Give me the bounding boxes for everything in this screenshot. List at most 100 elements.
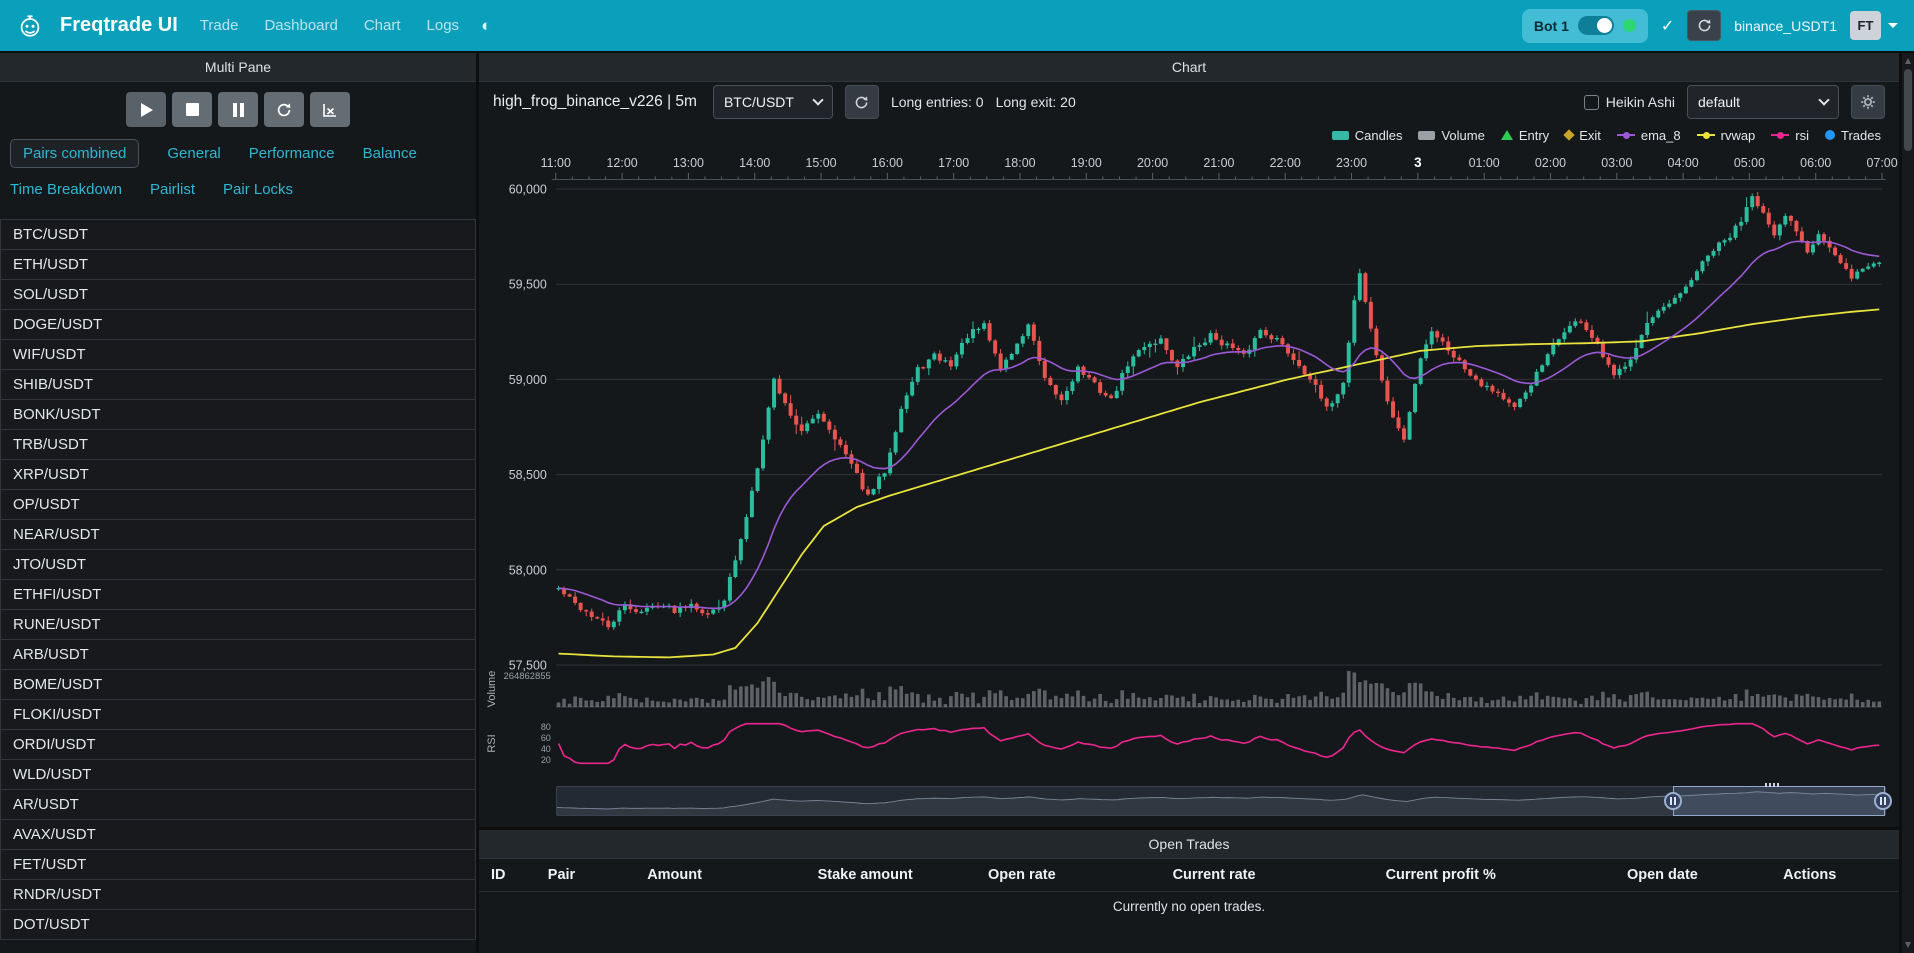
pair-row-floki-usdt[interactable]: FLOKI/USDT (0, 699, 476, 730)
plot-config-select[interactable]: default (1687, 85, 1839, 119)
play-icon (141, 103, 153, 117)
pair-row-fet-usdt[interactable]: FET/USDT (0, 849, 476, 880)
check-icon: ✓ (1661, 16, 1674, 36)
column-header-id: ID (479, 859, 536, 891)
legend-item-entry[interactable]: Entry (1501, 128, 1549, 143)
pair-row-arb-usdt[interactable]: ARB/USDT (0, 639, 476, 670)
pair-row-wld-usdt[interactable]: WLD/USDT (0, 759, 476, 790)
long-entries-count: Long entries: 0 (891, 94, 984, 110)
exchange-account-label: binance_USDT1 (1734, 18, 1837, 34)
svg-text:05:00: 05:00 (1734, 156, 1765, 170)
clear-chart-icon (322, 102, 338, 118)
pair-row-bome-usdt[interactable]: BOME/USDT (0, 669, 476, 700)
refresh-chart-button[interactable] (845, 85, 879, 119)
pair-row-ar-usdt[interactable]: AR/USDT (0, 789, 476, 820)
heikin-ashi-checkbox[interactable] (1584, 95, 1599, 110)
legend-entry-icon (1501, 130, 1513, 140)
app-title[interactable]: Freqtrade UI (60, 14, 178, 37)
nav-item-trade[interactable]: Trade (200, 17, 239, 34)
legend-item-ema-8[interactable]: ema_8 (1617, 128, 1681, 143)
refresh-button[interactable] (264, 92, 304, 127)
svg-text:12:00: 12:00 (607, 156, 638, 170)
navigator-left-handle[interactable] (1664, 792, 1682, 810)
pair-row-sol-usdt[interactable]: SOL/USDT (0, 279, 476, 310)
strategy-timeframe-label: high_frog_binance_v226 | 5m (493, 93, 697, 111)
svg-text:03:00: 03:00 (1601, 156, 1632, 170)
tab-pairlist[interactable]: Pairlist (150, 176, 195, 203)
pair-row-ethfi-usdt[interactable]: ETHFI/USDT (0, 579, 476, 610)
user-menu[interactable]: FT (1850, 11, 1898, 40)
stop-icon (186, 103, 199, 116)
clear-chart-button[interactable] (310, 92, 350, 127)
scroll-up-arrow-icon[interactable] (1905, 58, 1911, 64)
pair-row-avax-usdt[interactable]: AVAX/USDT (0, 819, 476, 850)
tab-performance[interactable]: Performance (249, 140, 335, 167)
pair-row-shib-usdt[interactable]: SHIB/USDT (0, 369, 476, 400)
legend-item-exit[interactable]: Exit (1565, 128, 1601, 143)
column-header-current-rate: Current rate (1161, 859, 1374, 891)
pair-row-dot-usdt[interactable]: DOT/USDT (0, 909, 476, 940)
legend-item-candles[interactable]: Candles (1332, 128, 1403, 143)
page-scrollbar[interactable] (1902, 53, 1914, 953)
stop-button[interactable] (172, 92, 212, 127)
refresh-icon (854, 95, 869, 110)
pair-row-ordi-usdt[interactable]: ORDI/USDT (0, 729, 476, 760)
scroll-down-arrow-icon[interactable] (1905, 942, 1911, 948)
heikin-ashi-label: Heikin Ashi (1606, 94, 1675, 110)
svg-text:11:00: 11:00 (541, 156, 571, 170)
legend-item-volume[interactable]: Volume (1418, 128, 1484, 143)
svg-text:58,000: 58,000 (509, 563, 547, 577)
robot-icon (16, 12, 44, 40)
pause-button[interactable] (218, 92, 258, 127)
column-header-amount: Amount (635, 859, 805, 891)
candlestick-chart[interactable]: 60,00059,50059,00058,50058,00057,50011:0… (479, 148, 1899, 778)
legend-item-trades[interactable]: Trades (1825, 128, 1881, 143)
nav-item-chart[interactable]: Chart (364, 17, 401, 34)
tab-pairs-combined[interactable]: Pairs combined (10, 139, 139, 168)
pair-row-rndr-usdt[interactable]: RNDR/USDT (0, 879, 476, 910)
scrollbar-thumb[interactable] (1904, 69, 1912, 151)
plot-settings-button[interactable] (1851, 85, 1885, 119)
gear-icon (1860, 94, 1876, 110)
nav-item-dashboard[interactable]: Dashboard (264, 17, 337, 34)
play-button[interactable] (126, 92, 166, 127)
svg-text:80: 80 (541, 722, 551, 732)
tab-pair-locks[interactable]: Pair Locks (223, 176, 293, 203)
pair-row-wif-usdt[interactable]: WIF/USDT (0, 339, 476, 370)
pair-row-doge-usdt[interactable]: DOGE/USDT (0, 309, 476, 340)
legend-item-rvwap[interactable]: rvwap (1697, 128, 1756, 143)
legend-label: Candles (1355, 128, 1403, 143)
svg-text:RSI: RSI (486, 734, 498, 752)
bot-controls (0, 82, 476, 137)
column-header-current-profit-: Current profit % (1374, 859, 1615, 891)
svg-text:40: 40 (541, 744, 551, 754)
tab-time-breakdown[interactable]: Time Breakdown (10, 176, 122, 203)
pair-row-near-usdt[interactable]: NEAR/USDT (0, 519, 476, 550)
pair-row-op-usdt[interactable]: OP/USDT (0, 489, 476, 520)
pair-select-value: BTC/USDT (724, 94, 794, 110)
legend-rsi-icon (1771, 134, 1789, 136)
navigator-right-handle[interactable] (1874, 792, 1892, 810)
pair-row-btc-usdt[interactable]: BTC/USDT (0, 219, 476, 250)
bot-selector[interactable]: Bot 1 (1522, 9, 1648, 43)
svg-text:23:00: 23:00 (1336, 156, 1367, 170)
tab-general[interactable]: General (167, 140, 220, 167)
legend-item-rsi[interactable]: rsi (1771, 128, 1809, 143)
heikin-ashi-toggle[interactable]: Heikin Ashi (1584, 94, 1675, 110)
pair-row-trb-usdt[interactable]: TRB/USDT (0, 429, 476, 460)
pair-row-bonk-usdt[interactable]: BONK/USDT (0, 399, 476, 430)
svg-text:Volume: Volume (486, 671, 498, 708)
tab-balance[interactable]: Balance (363, 140, 417, 167)
pair-select[interactable]: BTC/USDT (713, 85, 833, 119)
refresh-icon (276, 102, 292, 118)
navigator-selected-window[interactable] (1673, 786, 1885, 816)
pair-row-eth-usdt[interactable]: ETH/USDT (0, 249, 476, 280)
reload-bot-button[interactable] (1687, 10, 1721, 41)
pair-row-jto-usdt[interactable]: JTO/USDT (0, 549, 476, 580)
theme-toggle-icon[interactable]: ◐ (481, 16, 491, 36)
nav-item-logs[interactable]: Logs (427, 17, 460, 34)
chart-zoom-navigator[interactable] (556, 786, 1886, 816)
pair-row-xrp-usdt[interactable]: XRP/USDT (0, 459, 476, 490)
bot-toggle-switch[interactable] (1578, 16, 1614, 35)
pair-row-rune-usdt[interactable]: RUNE/USDT (0, 609, 476, 640)
